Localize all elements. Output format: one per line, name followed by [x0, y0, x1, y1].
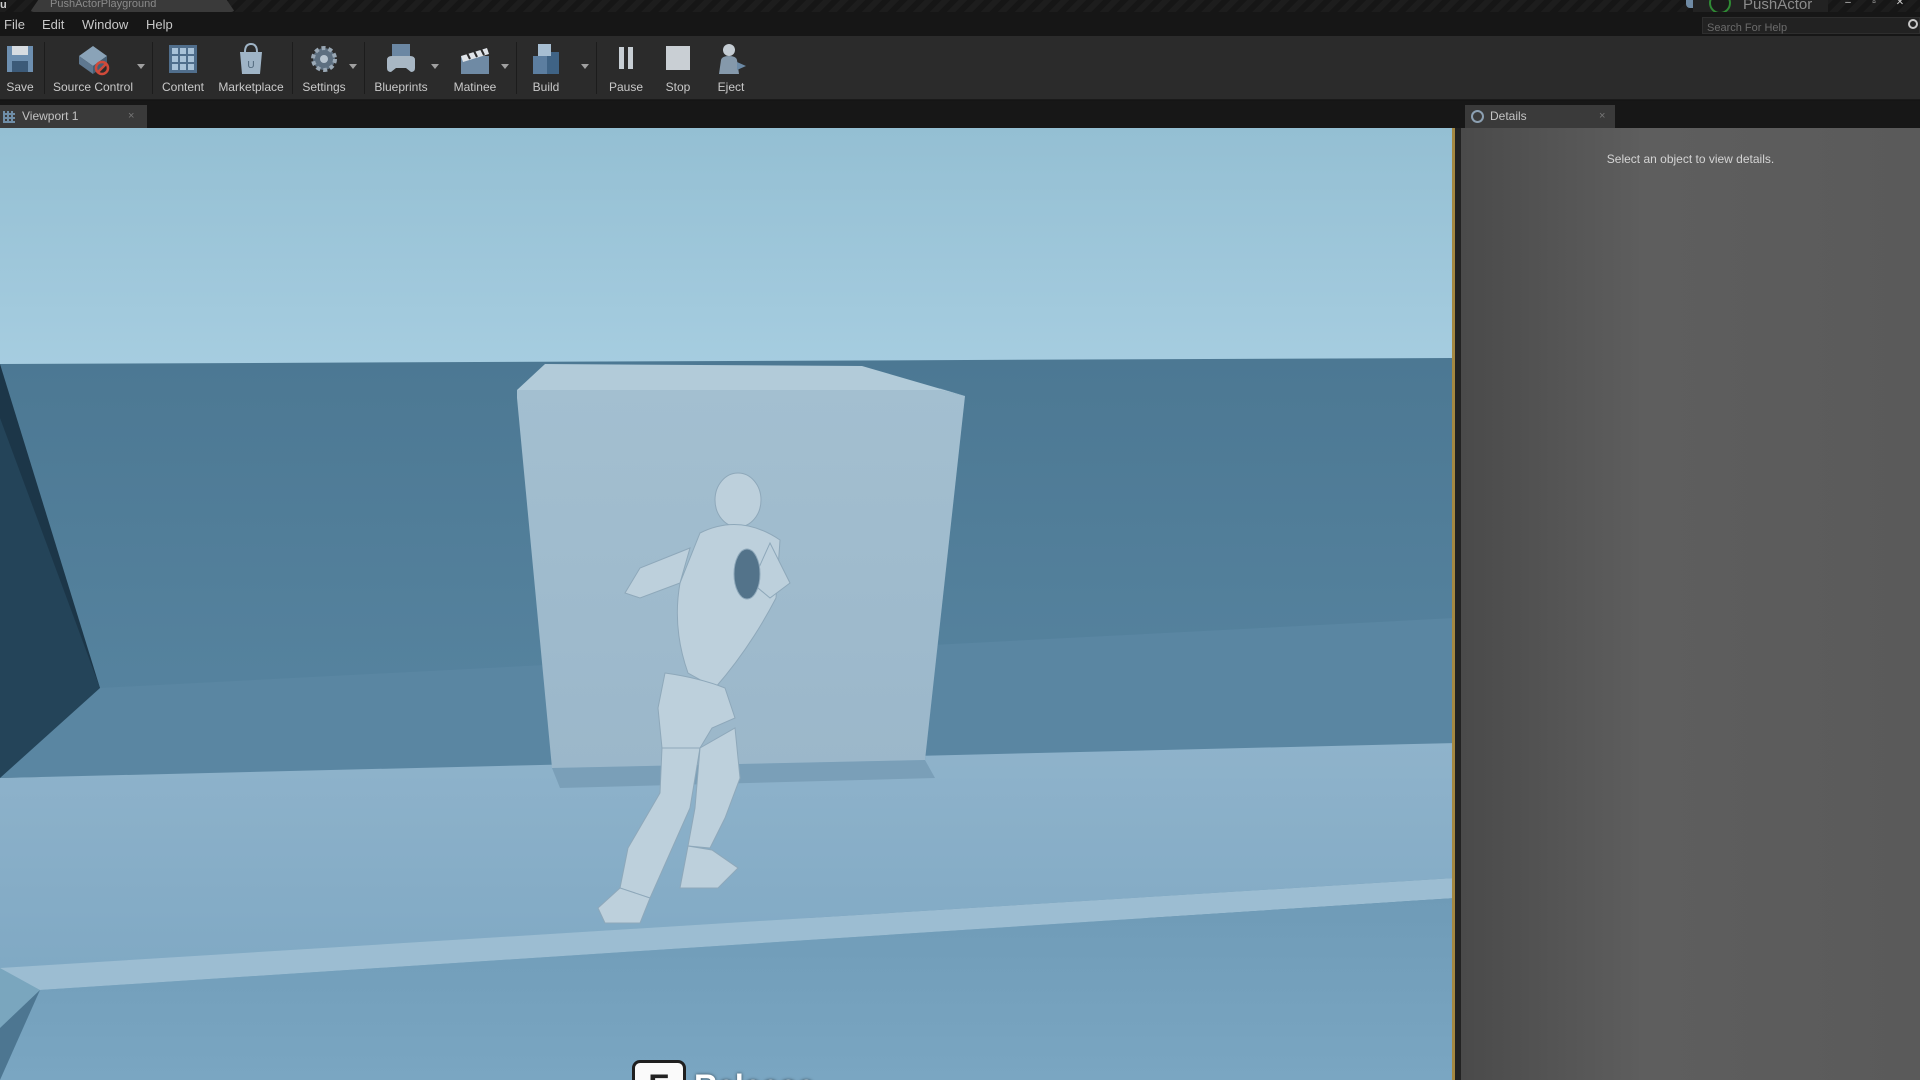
content-label: Content — [161, 80, 205, 94]
menu-bar: File Edit Window Help — [0, 12, 1920, 36]
settings-dropdown-icon[interactable] — [349, 64, 357, 69]
matinee-clapper-icon — [461, 48, 489, 74]
source-control-dropdown-icon[interactable] — [137, 64, 145, 69]
settings-label: Settings — [302, 80, 346, 94]
key-e-badge: E — [632, 1060, 686, 1080]
blueprints-button[interactable]: Blueprints — [368, 40, 434, 98]
viewport-scene — [0, 128, 1452, 1080]
blueprints-label: Blueprints — [374, 80, 428, 94]
eject-label: Eject — [717, 80, 745, 94]
title-bar: u PushActorPlayground PushActor – ▫ ✕ — [0, 0, 1920, 14]
close-window-button[interactable]: ✕ — [1887, 0, 1913, 10]
minimize-button[interactable]: – — [1835, 0, 1861, 10]
marketplace-bag-icon: U — [240, 42, 262, 74]
menu-help[interactable]: Help — [146, 17, 173, 32]
level-document-tab[interactable]: PushActorPlayground — [30, 0, 235, 12]
search-icon[interactable] — [1908, 19, 1918, 29]
viewport-grid-icon — [3, 111, 15, 123]
eject-button[interactable]: Eject — [706, 40, 756, 98]
tab-viewport-label: Viewport 1 — [22, 109, 79, 123]
toolbar-separator — [44, 42, 45, 94]
blueprints-controller-icon — [387, 44, 415, 72]
menu-file[interactable]: File — [4, 17, 25, 32]
main-toolbar: Save Source Control Content U Marketplac… — [0, 36, 1920, 100]
toolbar-separator — [292, 42, 293, 94]
close-icon[interactable]: × — [1599, 110, 1605, 122]
maximize-button[interactable]: ▫ — [1861, 0, 1887, 10]
stop-button[interactable]: Stop — [654, 40, 702, 98]
content-button[interactable]: Content — [156, 40, 210, 98]
stop-icon — [666, 46, 690, 70]
build-dropdown-icon[interactable] — [581, 64, 589, 69]
settings-gear-icon — [311, 46, 337, 72]
content-grid-icon — [169, 45, 197, 73]
stop-label: Stop — [665, 80, 691, 94]
tab-viewport[interactable]: Viewport 1 × — [0, 105, 147, 128]
blueprints-dropdown-icon[interactable] — [431, 64, 439, 69]
release-label: Release — [694, 1068, 815, 1080]
level-document-tab-label: PushActorPlayground — [50, 0, 157, 10]
matinee-label: Matinee — [453, 80, 497, 94]
close-icon[interactable]: × — [128, 110, 134, 122]
source-control-label: Source Control — [52, 80, 134, 94]
pause-button[interactable]: Pause — [602, 40, 650, 98]
help-search — [1702, 17, 1920, 36]
pause-icon — [619, 47, 633, 69]
save-button[interactable]: Save — [0, 40, 40, 98]
matinee-dropdown-icon[interactable] — [501, 64, 509, 69]
toolbar-separator — [364, 42, 365, 94]
build-label: Build — [532, 80, 560, 94]
project-badge: PushActor — [1693, 0, 1828, 14]
save-label: Save — [6, 80, 34, 94]
tab-details-label: Details — [1490, 109, 1527, 123]
toolbar-separator — [516, 42, 517, 94]
window-controls: – ▫ ✕ — [1835, 0, 1920, 10]
matinee-button[interactable]: Matinee — [442, 40, 508, 98]
eject-figure-icon — [719, 44, 746, 74]
details-magnifier-icon — [1471, 110, 1484, 123]
toolbar-separator — [596, 42, 597, 94]
toolbar-separator — [152, 42, 153, 94]
save-icon — [7, 46, 33, 72]
marketplace-button[interactable]: U Marketplace — [214, 40, 288, 98]
build-button[interactable]: Build — [520, 40, 572, 98]
build-blocks-icon — [533, 44, 559, 74]
marketplace-label: Marketplace — [218, 80, 284, 94]
pause-label: Pause — [608, 80, 644, 94]
details-empty-message: Select an object to view details. — [1606, 152, 1775, 166]
game-viewport[interactable]: E Release — [0, 128, 1455, 1080]
interaction-prompt: E Release — [632, 1060, 815, 1080]
unreal-logo-icon[interactable]: u — [0, 0, 16, 12]
source-control-icon — [79, 46, 110, 76]
source-control-button[interactable]: Source Control — [48, 40, 138, 98]
menu-edit[interactable]: Edit — [42, 17, 64, 32]
settings-button[interactable]: Settings — [296, 40, 352, 98]
tab-details[interactable]: Details × — [1465, 105, 1615, 128]
menu-window[interactable]: Window — [82, 17, 128, 32]
details-panel: Select an object to view details. — [1461, 128, 1920, 1080]
help-search-input[interactable] — [1703, 20, 1903, 36]
svg-text:U: U — [247, 60, 254, 71]
panel-tab-row: Viewport 1 × Details × — [0, 101, 1920, 128]
